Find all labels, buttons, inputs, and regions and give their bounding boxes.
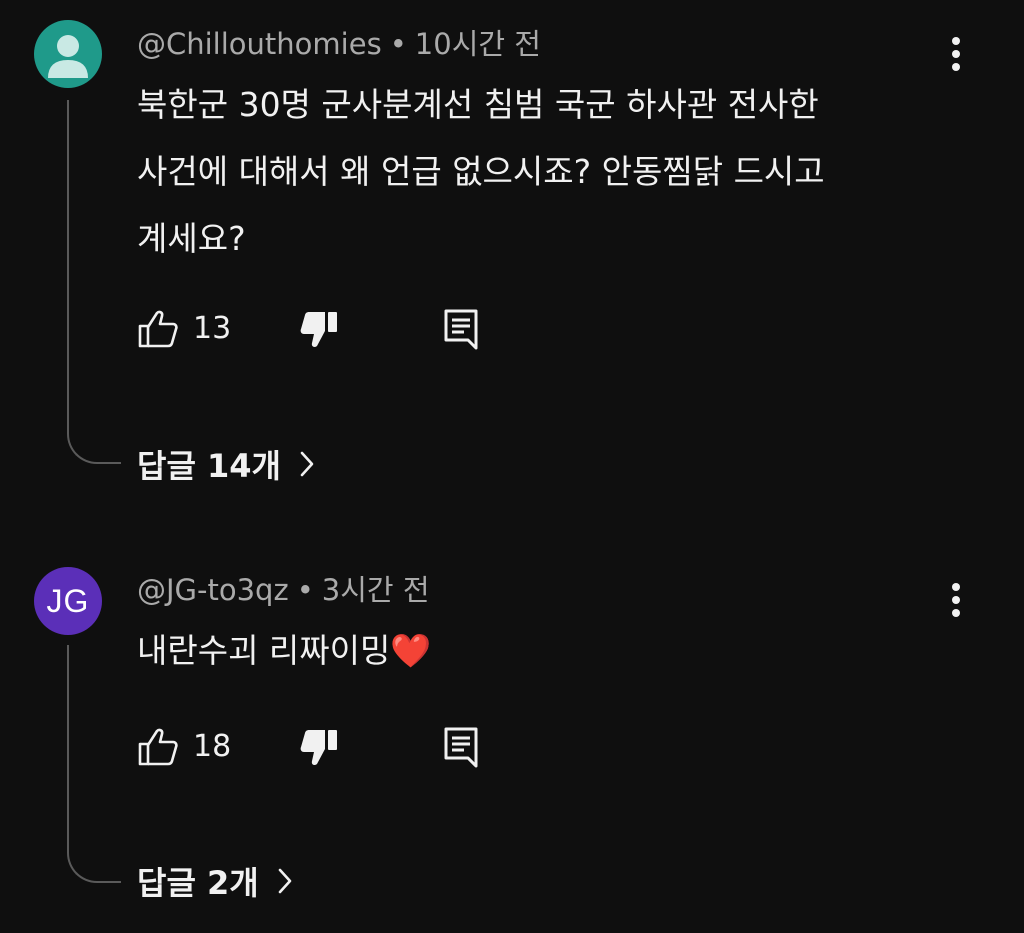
comment-text-line: 사건에 대해서 왜 언급 없으시죠? 안동찜닭 드시고: [137, 152, 825, 191]
comment-text-line: 내란수괴 리짜이밍❤️: [137, 631, 432, 670]
more-vertical-icon: [952, 37, 960, 71]
replies-label: 답글 2개: [137, 864, 259, 902]
meta-separator: •: [389, 27, 407, 61]
comment-text-line: 북한군 30명 군사분계선 침범 국군 하사관 전사한: [137, 85, 819, 124]
like-count: 13: [193, 311, 232, 346]
thumbs-down-icon: [300, 730, 337, 765]
meta-separator: •: [296, 573, 314, 607]
person-icon: [48, 35, 88, 78]
dislike-button[interactable]: [299, 725, 339, 769]
dislike-button[interactable]: [299, 307, 339, 351]
thumbs-up-icon: [138, 310, 178, 348]
chevron-right-icon: [278, 868, 292, 894]
more-actions-button[interactable]: [938, 30, 974, 78]
comment-text: 내란수괴 리짜이밍❤️: [137, 617, 937, 684]
replies-label: 답글 14개: [137, 447, 281, 485]
comment-meta: @Chillouthomies • 10시간 전: [137, 24, 541, 64]
timestamp[interactable]: 10시간 전: [415, 27, 541, 61]
author-name[interactable]: @Chillouthomies: [137, 27, 382, 61]
comment-icon: [444, 309, 478, 350]
chevron-right-icon: [300, 451, 314, 477]
comment-meta: @JG-to3qz • 3시간 전: [137, 570, 430, 610]
reply-button[interactable]: [443, 307, 479, 351]
thumbs-down-icon: [300, 312, 337, 347]
reply-button[interactable]: [443, 725, 479, 769]
more-actions-button[interactable]: [938, 576, 974, 624]
thread-line: [67, 645, 121, 883]
comment-text: 북한군 30명 군사분계선 침범 국군 하사관 전사한 사건에 대해서 왜 언급…: [137, 71, 937, 272]
thumbs-up-icon: [138, 728, 178, 766]
like-count: 18: [193, 729, 232, 764]
avatar[interactable]: JG: [34, 567, 102, 635]
avatar-initials: JG: [46, 582, 90, 619]
like-button[interactable]: 13: [137, 307, 231, 351]
comment-actions: 13: [137, 307, 537, 351]
avatar[interactable]: [34, 20, 102, 88]
comment-actions: 18: [137, 725, 537, 769]
thread-line: [67, 100, 121, 464]
author-name[interactable]: @JG-to3qz: [137, 573, 289, 607]
comment-thread: @Chillouthomies • 10시간 전 북한군 30명 군사분계선 침범 …: [0, 0, 1024, 500]
view-replies-button[interactable]: 답글 2개: [137, 859, 293, 903]
timestamp[interactable]: 3시간 전: [322, 573, 430, 607]
view-replies-button[interactable]: 답글 14개: [137, 442, 315, 486]
comment-icon: [444, 727, 478, 768]
comment-thread: JG @JG-to3qz • 3시간 전 내란수괴 리짜이밍❤️ 18 답글 2…: [0, 540, 1024, 933]
comment-text-line: 계세요?: [137, 219, 246, 258]
more-vertical-icon: [952, 583, 960, 617]
like-button[interactable]: 18: [137, 725, 231, 769]
